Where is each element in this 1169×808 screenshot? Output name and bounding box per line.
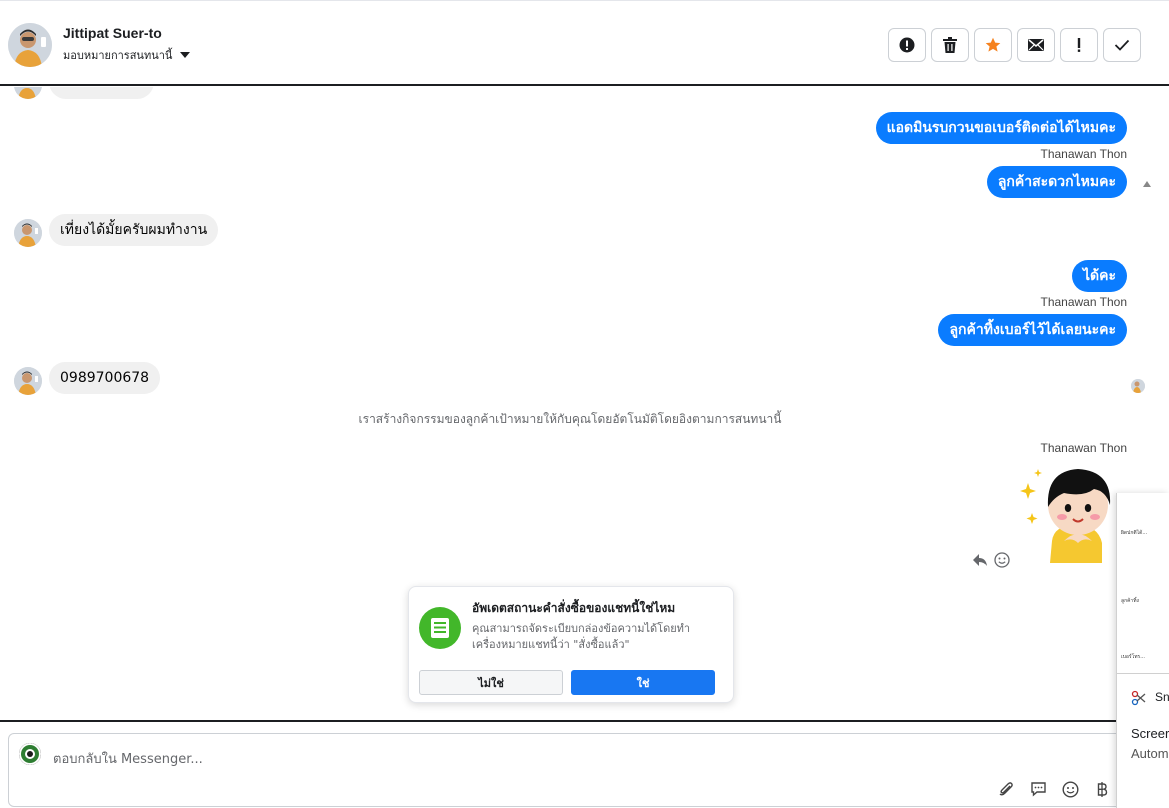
thumbnail-text: ลูกค้าทิ้ง — [1121, 598, 1139, 604]
outgoing-message: แอดมินรบกวนขอเบอร์ติดต่อได้ไหมคะ — [875, 112, 1127, 144]
attachment-icon[interactable] — [997, 780, 1015, 798]
snip-tool-icon — [1131, 690, 1146, 706]
outgoing-message: ลูกค้าสะดวกไหมคะ — [986, 166, 1127, 198]
react-emoji-icon[interactable] — [994, 552, 1010, 568]
mark-spam-button[interactable] — [888, 28, 926, 62]
prompt-title: อัพเดตสถานะคำสั่งซื้อของแชทนี้ใช่ไหม — [472, 601, 676, 615]
mail-icon — [1028, 39, 1044, 51]
seen-receipt-avatar — [1131, 379, 1145, 393]
contact-avatar-small — [14, 219, 42, 247]
thumbnail-text: ผิดปกติได้... — [1121, 530, 1148, 536]
incoming-message-cutoff — [49, 87, 154, 99]
important-button[interactable] — [1060, 28, 1098, 62]
conversation-header: Jittipat Suer-to มอบหมายการสนทนานี้ — [0, 0, 1169, 86]
outgoing-message: ลูกค้าทิ้งเบอร์ไว้ได้เลยนะคะ — [938, 314, 1127, 346]
contact-avatar[interactable] — [8, 23, 52, 67]
reply-composer[interactable]: ตอบกลับใน Messenger... — [8, 733, 1128, 807]
reply-input[interactable]: ตอบกลับใน Messenger... — [53, 748, 203, 769]
yes-button[interactable]: ใช่ — [571, 670, 715, 695]
conversation-toolbar — [888, 28, 1141, 62]
system-notice: เราสร้างกิจกรรมของลูกค้าเป้าหมายให้กับคุ… — [358, 412, 782, 426]
incoming-message: เที่ยงได้มั้ยครับผมทำงาน — [49, 214, 219, 246]
message-sender: Thanawan Thon — [1040, 295, 1127, 309]
emoji-icon[interactable] — [1061, 780, 1079, 798]
reply-icon[interactable] — [972, 552, 988, 568]
report-icon — [899, 37, 915, 53]
delete-button[interactable] — [931, 28, 969, 62]
prompt-description: คุณสามารถจัดระเบียบกล่องข้อความได้โดยทำเ… — [472, 622, 691, 651]
thumbnail-text: เบอร์โทร... — [1121, 654, 1146, 660]
scroll-up-arrow-icon[interactable] — [1143, 181, 1151, 187]
snip-subtitle: Autom — [1131, 746, 1169, 761]
order-receipt-icon — [419, 607, 461, 649]
snip-tool-overlay[interactable]: ผิดปกติได้... ลูกค้าทิ้ง เบอร์โทร... Sn … — [1116, 493, 1169, 808]
sticker-image — [1018, 463, 1118, 563]
check-icon — [1114, 39, 1130, 51]
incoming-message: 0989700678 — [49, 362, 161, 394]
assign-label: มอบหมายการสนทนานี้ — [63, 49, 173, 62]
assign-conversation-dropdown[interactable]: มอบหมายการสนทนานี้ — [63, 46, 191, 64]
snip-app-name: Sn — [1155, 690, 1169, 704]
mark-done-button[interactable] — [1103, 28, 1141, 62]
order-status-prompt: อัพเดตสถานะคำสั่งซื้อของแชทนี้ใช่ไหม คุณ… — [408, 586, 734, 703]
mark-unread-button[interactable] — [1017, 28, 1055, 62]
contact-avatar-small — [14, 87, 42, 99]
composer-actions — [997, 780, 1111, 798]
snip-title: Screer — [1131, 726, 1169, 741]
page-avatar — [19, 743, 41, 765]
message-sender: Thanawan Thon — [1040, 147, 1127, 161]
baht-payment-icon[interactable] — [1093, 780, 1111, 798]
trash-icon — [943, 37, 957, 53]
no-button[interactable]: ไม่ใช่ — [419, 670, 563, 695]
chevron-down-icon — [180, 52, 191, 58]
snip-notification[interactable]: Sn Screer Autom — [1117, 673, 1169, 803]
exclamation-icon — [1077, 38, 1081, 52]
contact-avatar-small — [14, 367, 42, 395]
divider — [0, 720, 1169, 722]
saved-reply-icon[interactable] — [1029, 780, 1047, 798]
star-icon — [985, 37, 1001, 52]
message-sender: Thanawan Thon — [1040, 441, 1127, 455]
follow-up-button[interactable] — [974, 28, 1012, 62]
contact-name[interactable]: Jittipat Suer-to — [63, 25, 162, 41]
outgoing-message: ได้คะ — [1071, 260, 1127, 292]
